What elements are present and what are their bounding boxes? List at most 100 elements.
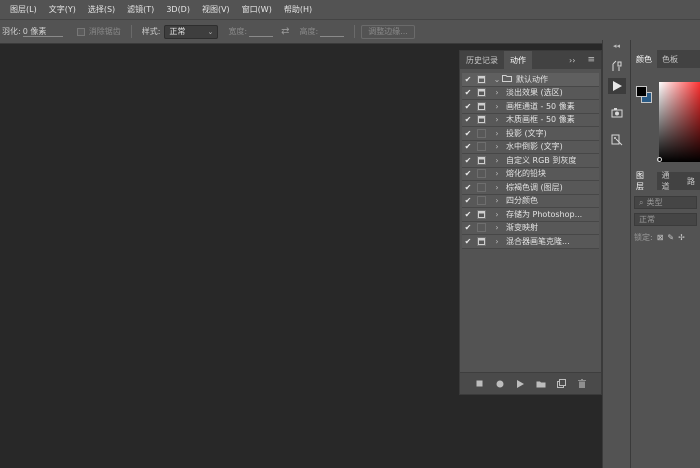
check-icon[interactable]: ✔ [462,223,474,232]
chevron-right-icon[interactable]: › [492,156,502,165]
refine-edge-button[interactable]: 调整边缘... [361,24,415,39]
dialog-toggle-icon[interactable] [477,169,486,179]
color-picker-marker[interactable] [657,157,662,162]
feather-input[interactable]: 0 像素 [22,26,63,37]
check-icon[interactable]: ✔ [462,115,474,124]
swap-dimensions-icon[interactable]: ⇄ [281,26,289,37]
history-brush-icon[interactable] [608,58,626,74]
lock-transparent-icon[interactable]: ⊠ [657,233,664,242]
dialog-toggle-icon[interactable] [477,88,486,98]
menu-help[interactable]: 帮助(H) [278,4,318,15]
tab-channels[interactable]: 通道 [657,171,683,191]
tab-paths[interactable]: 路 [682,172,700,190]
check-icon[interactable]: ✔ [462,75,474,84]
action-row[interactable]: ✔ › 混合器画笔克隆... [462,235,599,249]
action-label: 存储为 Photoshop... [506,209,583,219]
chevron-right-icon[interactable]: › [492,169,502,178]
action-row[interactable]: ✔ › 棕褐色调 (图层) [462,181,599,195]
action-set-row[interactable]: ✔ ⌄ 默认动作 [462,73,599,87]
tab-color[interactable]: 颜色 [631,50,657,68]
new-set-icon[interactable] [534,377,548,391]
action-row[interactable]: ✔ › 木质画框 - 50 像素 [462,113,599,127]
dialog-toggle-icon[interactable] [477,142,486,152]
check-icon[interactable]: ✔ [462,237,474,246]
check-icon[interactable]: ✔ [462,88,474,97]
layer-kind-filter[interactable]: ⌕ 类型 [634,196,697,209]
play-icon[interactable] [513,377,527,391]
lock-position-icon[interactable]: ✢ [678,233,685,242]
document-canvas[interactable] [0,44,459,468]
menu-layer[interactable]: 图层(L) [4,4,43,15]
menu-select[interactable]: 选择(S) [82,4,121,15]
check-icon[interactable]: ✔ [462,129,474,138]
check-icon[interactable]: ✔ [462,210,474,219]
tab-history[interactable]: 历史记录 [460,51,504,69]
chevron-right-icon[interactable]: › [492,88,502,97]
dialog-toggle-icon[interactable] [477,155,486,165]
chevron-right-icon[interactable]: › [492,237,502,246]
action-row[interactable]: ✔ › 投影 (文字) [462,127,599,141]
action-row[interactable]: ✔ › 自定义 RGB 到灰度 [462,154,599,168]
chevron-right-icon[interactable]: › [492,183,502,192]
foreground-color-swatch[interactable] [636,86,647,97]
menu-view[interactable]: 视图(V) [196,4,236,15]
action-row[interactable]: ✔ › 存储为 Photoshop... [462,208,599,222]
collapse-dock-icon[interactable]: ◂◂ [603,42,630,50]
chevron-right-icon[interactable]: › [492,115,502,124]
panel-menu-icon[interactable]: ≡ [581,51,601,69]
chevron-right-icon[interactable]: › [492,223,502,232]
dialog-toggle-icon[interactable] [477,196,486,206]
check-icon[interactable]: ✔ [462,102,474,111]
chevron-right-icon[interactable]: › [492,102,502,111]
action-row[interactable]: ✔ › 画框通道 - 50 像素 [462,100,599,114]
dialog-toggle-icon[interactable] [477,209,486,219]
action-row[interactable]: ✔ › 熔化的铅块 [462,167,599,181]
menu-window[interactable]: 窗口(W) [236,4,278,15]
color-field[interactable] [657,82,700,162]
action-row[interactable]: ✔ › 四分颜色 [462,194,599,208]
chevron-right-icon[interactable]: › [492,129,502,138]
check-icon[interactable]: ✔ [462,169,474,178]
actions-panel-tabs: 历史记录 动作 ›› ≡ [460,51,601,69]
check-icon[interactable]: ✔ [462,196,474,205]
action-row[interactable]: ✔ › 渐变映射 [462,221,599,235]
height-input[interactable] [320,26,345,37]
chevron-down-icon[interactable]: ⌄ [492,75,502,84]
tab-actions[interactable]: 动作 [504,51,532,69]
dialog-toggle-icon[interactable] [477,115,486,125]
width-input[interactable] [249,26,274,37]
chevron-right-icon[interactable]: › [492,142,502,151]
collapse-panel-icon[interactable]: ›› [563,51,581,69]
menu-type[interactable]: 文字(Y) [43,4,82,15]
panel-dock-strip: ◂◂ [602,40,631,468]
menu-filter[interactable]: 滤镜(T) [121,4,160,15]
dialog-toggle-icon[interactable] [477,101,486,111]
lock-image-icon[interactable]: ✎ [667,233,674,242]
dialog-toggle-icon[interactable] [477,182,486,192]
new-action-icon[interactable] [554,377,568,391]
chevron-right-icon[interactable]: › [492,196,502,205]
blend-mode-select[interactable]: 正常 [634,213,697,226]
antialias-checkbox[interactable]: 消除锯齿 [76,26,121,37]
stop-icon[interactable] [472,377,486,391]
menu-3d[interactable]: 3D(D) [160,5,196,14]
check-icon[interactable]: ✔ [462,142,474,151]
check-icon[interactable]: ✔ [462,156,474,165]
actions-play-icon[interactable] [608,78,626,94]
action-row[interactable]: ✔ › 水中倒影 (文字) [462,140,599,154]
style-select[interactable]: 正常 ⌄ [164,24,219,39]
action-label: 渐变映射 [506,223,538,233]
check-icon[interactable]: ✔ [462,183,474,192]
tab-layers[interactable]: 图层 [631,171,657,191]
action-row[interactable]: ✔ › 淡出效果 (选区) [462,86,599,100]
delete-icon[interactable] [575,377,589,391]
chevron-right-icon[interactable]: › [492,210,502,219]
clone-source-icon[interactable] [608,105,626,121]
tab-swatches[interactable]: 色板 [657,50,683,68]
properties-icon[interactable] [608,132,626,148]
dialog-toggle-icon[interactable] [477,74,486,84]
dialog-toggle-icon[interactable] [477,128,486,138]
dialog-toggle-icon[interactable] [477,223,486,233]
dialog-toggle-icon[interactable] [477,236,486,246]
record-icon[interactable] [493,377,507,391]
